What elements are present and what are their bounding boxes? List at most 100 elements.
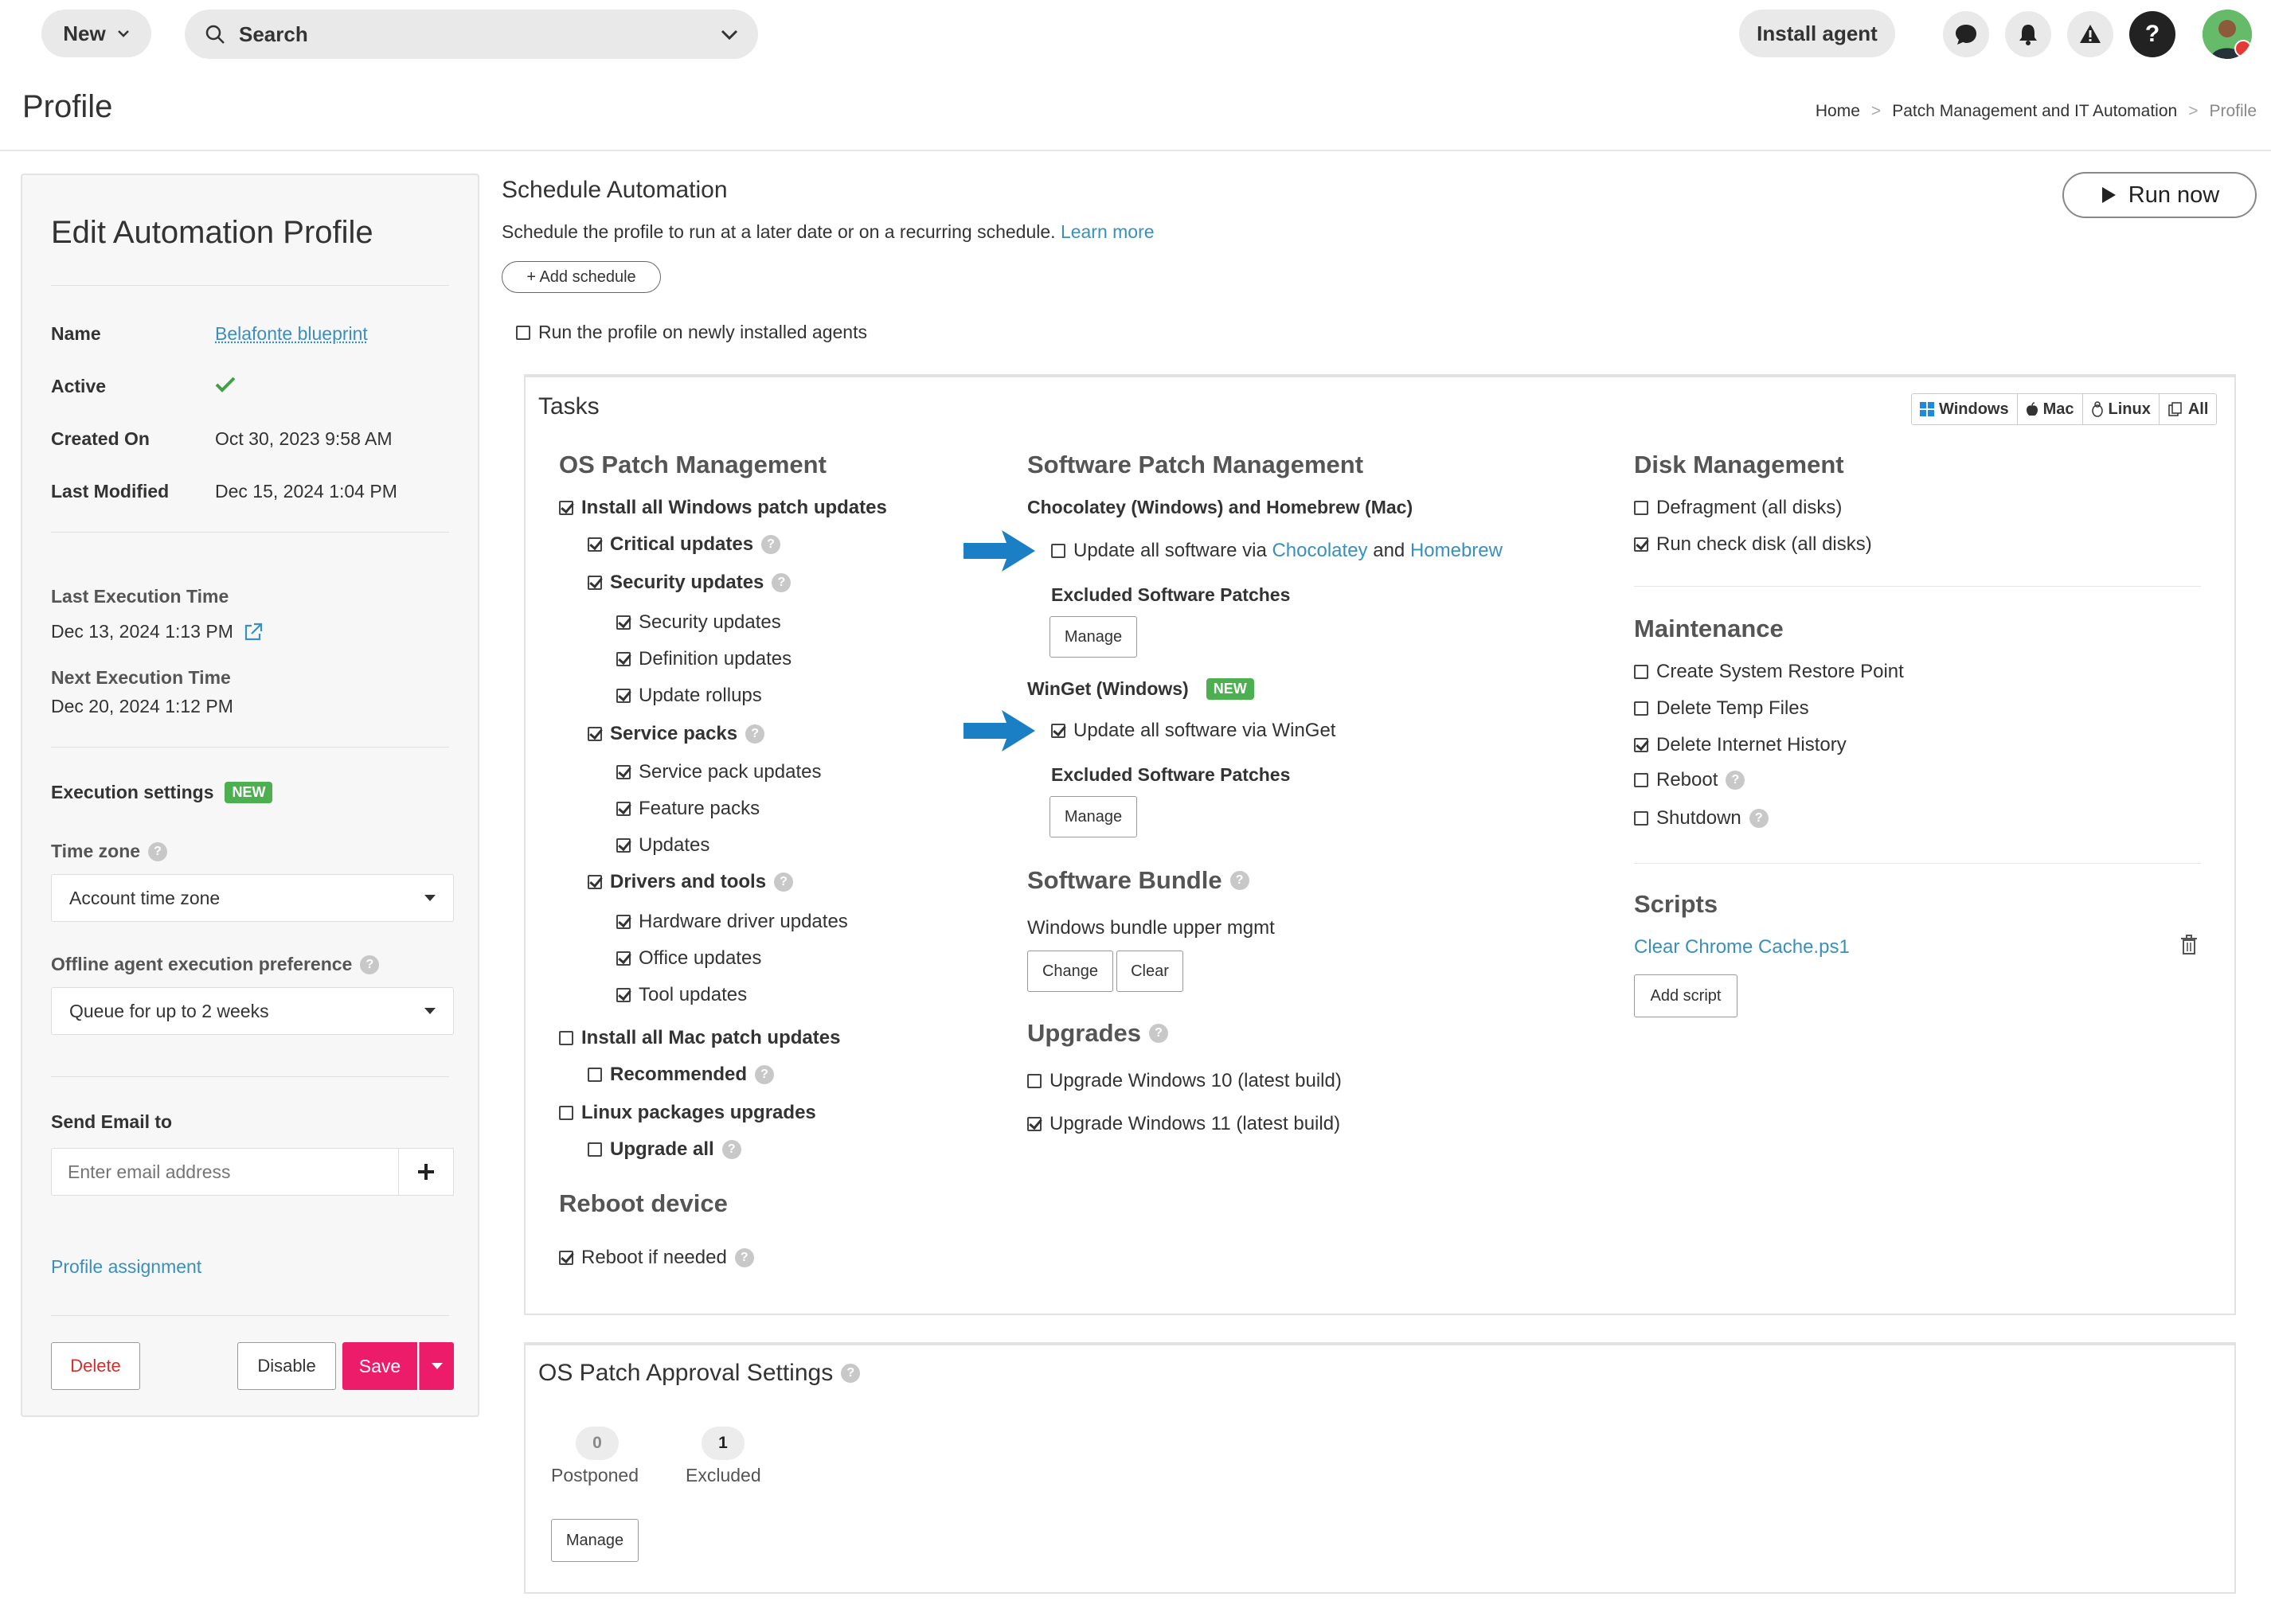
restore-point-checkbox[interactable] bbox=[1634, 665, 1648, 679]
upgrade-win11-checkbox[interactable] bbox=[1027, 1117, 1042, 1131]
os-patch-checkbox[interactable] bbox=[616, 765, 631, 779]
clear-bundle-button[interactable]: Clear bbox=[1116, 951, 1183, 992]
os-patch-item[interactable]: Updates bbox=[616, 834, 709, 857]
help-icon[interactable]: ? bbox=[1749, 809, 1769, 828]
os-patch-item[interactable]: Hardware driver updates bbox=[616, 911, 848, 933]
restore-point-row[interactable]: Create System Restore Point bbox=[1634, 661, 1904, 683]
add-email-button[interactable] bbox=[398, 1148, 454, 1196]
os-patch-item[interactable]: Security updates? bbox=[588, 572, 792, 594]
help-icon[interactable]: ? bbox=[745, 724, 765, 744]
reboot-if-needed-checkbox[interactable] bbox=[559, 1251, 573, 1265]
add-script-button[interactable]: Add script bbox=[1634, 974, 1737, 1017]
help-icon[interactable]: ? bbox=[721, 1140, 741, 1159]
help-icon[interactable]: ? bbox=[774, 873, 794, 892]
os-patch-checkbox[interactable] bbox=[616, 652, 631, 666]
save-button[interactable]: Save bbox=[342, 1342, 417, 1390]
os-patch-item[interactable]: Definition updates bbox=[616, 648, 792, 670]
help-icon[interactable]: ? bbox=[148, 841, 168, 861]
os-patch-checkbox[interactable] bbox=[559, 1106, 573, 1120]
os-patch-checkbox[interactable] bbox=[559, 501, 573, 515]
delete-temp-row[interactable]: Delete Temp Files bbox=[1634, 697, 1809, 720]
os-patch-item[interactable]: Update rollups bbox=[616, 685, 762, 707]
help-icon[interactable]: ? bbox=[772, 573, 792, 592]
help-icon[interactable]: ? bbox=[1229, 871, 1249, 890]
trash-icon[interactable] bbox=[2180, 935, 2198, 955]
shutdown-row[interactable]: Shutdown ? bbox=[1634, 807, 1769, 830]
os-patch-item[interactable]: Install all Windows patch updates bbox=[559, 497, 887, 519]
bell-icon[interactable] bbox=[2005, 11, 2051, 57]
help-icon[interactable]: ? bbox=[1148, 1024, 1168, 1043]
os-patch-item[interactable]: Install all Mac patch updates bbox=[559, 1027, 840, 1049]
search-input[interactable]: Search bbox=[185, 10, 758, 59]
help-icon[interactable]: ? bbox=[1726, 771, 1745, 790]
os-patch-item[interactable]: Security updates bbox=[616, 611, 781, 634]
help-icon[interactable]: ? bbox=[734, 1248, 754, 1267]
os-filter-all[interactable]: All bbox=[2160, 394, 2217, 424]
warning-icon[interactable] bbox=[2067, 11, 2113, 57]
learn-more-link[interactable]: Learn more bbox=[1061, 221, 1155, 242]
breadcrumb-patch-management[interactable]: Patch Management and IT Automation bbox=[1892, 102, 2177, 121]
upgrade-win10-checkbox[interactable] bbox=[1027, 1074, 1042, 1088]
disable-button[interactable]: Disable bbox=[237, 1342, 336, 1390]
change-bundle-button[interactable]: Change bbox=[1027, 951, 1113, 992]
delete-temp-checkbox[interactable] bbox=[1634, 701, 1648, 716]
os-patch-checkbox[interactable] bbox=[588, 576, 602, 590]
profile-assignment-link[interactable]: Profile assignment bbox=[51, 1256, 201, 1278]
os-patch-item[interactable]: Linux packages upgrades bbox=[559, 1102, 816, 1124]
new-button[interactable]: New bbox=[41, 10, 151, 57]
defragment-checkbox[interactable] bbox=[1634, 501, 1648, 515]
os-patch-item[interactable]: Upgrade all? bbox=[588, 1138, 741, 1161]
chevron-down-icon[interactable] bbox=[720, 28, 739, 41]
reboot-if-needed-row[interactable]: Reboot if needed ? bbox=[559, 1247, 754, 1269]
upgrade-win11-row[interactable]: Upgrade Windows 11 (latest build) bbox=[1027, 1113, 1340, 1135]
os-patch-item[interactable]: Service packs? bbox=[588, 723, 765, 745]
run-new-agents-checkbox[interactable] bbox=[516, 325, 530, 340]
help-icon[interactable]: ? bbox=[761, 535, 781, 554]
help-icon[interactable]: ? bbox=[360, 954, 380, 974]
os-patch-checkbox[interactable] bbox=[559, 1031, 573, 1045]
os-patch-checkbox[interactable] bbox=[616, 838, 631, 853]
profile-name-link[interactable]: Belafonte blueprint bbox=[215, 323, 368, 345]
os-patch-checkbox[interactable] bbox=[616, 951, 631, 966]
check-disk-row[interactable]: Run check disk (all disks) bbox=[1634, 533, 1872, 556]
os-patch-item[interactable]: Tool updates bbox=[616, 984, 747, 1006]
os-patch-item[interactable]: Service pack updates bbox=[616, 761, 821, 783]
defragment-row[interactable]: Defragment (all disks) bbox=[1634, 497, 1842, 519]
delete-history-row[interactable]: Delete Internet History bbox=[1634, 734, 1847, 756]
help-icon[interactable]: ? bbox=[2129, 11, 2175, 57]
chocolatey-link[interactable]: Chocolatey bbox=[1272, 540, 1367, 562]
winget-checkbox[interactable] bbox=[1051, 724, 1065, 738]
help-icon[interactable]: ? bbox=[755, 1065, 775, 1084]
run-now-button[interactable]: Run now bbox=[2062, 172, 2257, 218]
manage-winget-button[interactable]: Manage bbox=[1050, 796, 1137, 837]
avatar[interactable] bbox=[2203, 10, 2252, 59]
reboot-checkbox[interactable] bbox=[1634, 773, 1648, 787]
chocolatey-checkbox[interactable] bbox=[1051, 544, 1065, 558]
os-filter-mac[interactable]: Mac bbox=[2018, 394, 2083, 424]
os-patch-item[interactable]: Drivers and tools? bbox=[588, 871, 794, 893]
os-patch-item[interactable]: Critical updates? bbox=[588, 533, 781, 556]
add-schedule-button[interactable]: + Add schedule bbox=[502, 261, 661, 293]
os-patch-checkbox[interactable] bbox=[588, 537, 602, 552]
script-link[interactable]: Clear Chrome Cache.ps1 bbox=[1634, 936, 1850, 958]
run-new-agents-row[interactable]: Run the profile on newly installed agent… bbox=[516, 322, 867, 343]
manage-choco-button[interactable]: Manage bbox=[1050, 616, 1137, 658]
shutdown-checkbox[interactable] bbox=[1634, 811, 1648, 826]
delete-history-checkbox[interactable] bbox=[1634, 738, 1648, 752]
os-filter-windows[interactable]: Windows bbox=[1912, 394, 2018, 424]
manage-approval-button[interactable]: Manage bbox=[551, 1519, 639, 1562]
os-patch-checkbox[interactable] bbox=[588, 1068, 602, 1082]
chocolatey-row[interactable]: Update all software via Chocolatey and H… bbox=[1051, 540, 1503, 562]
check-disk-checkbox[interactable] bbox=[1634, 537, 1648, 552]
upgrade-win10-row[interactable]: Upgrade Windows 10 (latest build) bbox=[1027, 1070, 1342, 1092]
os-filter-linux[interactable]: Linux bbox=[2083, 394, 2160, 424]
save-options-button[interactable] bbox=[419, 1342, 454, 1390]
os-patch-checkbox[interactable] bbox=[588, 1142, 602, 1157]
timezone-select[interactable]: Account time zone bbox=[51, 874, 454, 922]
os-patch-checkbox[interactable] bbox=[588, 875, 602, 889]
install-agent-button[interactable]: Install agent bbox=[1739, 10, 1895, 57]
external-link-icon[interactable] bbox=[243, 622, 264, 642]
winget-row[interactable]: Update all software via WinGet bbox=[1051, 720, 1335, 742]
os-patch-item[interactable]: Recommended? bbox=[588, 1064, 775, 1086]
delete-button[interactable]: Delete bbox=[51, 1342, 140, 1390]
